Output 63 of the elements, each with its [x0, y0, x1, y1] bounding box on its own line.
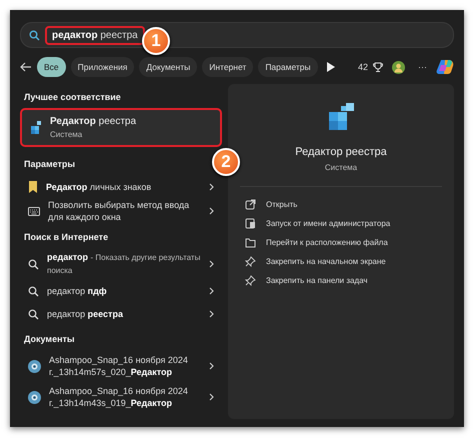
open-icon: [245, 199, 256, 210]
filter-tab[interactable]: Все: [37, 57, 66, 77]
action-item[interactable]: Запуск от имени администратора: [240, 214, 442, 233]
pin-icon: [245, 256, 256, 267]
result-text: редактор пдф: [47, 285, 108, 298]
result-subtitle: Система: [50, 130, 84, 139]
filter-tab[interactable]: Интернет: [202, 57, 254, 77]
points-count: 42: [358, 62, 368, 72]
chevron-icon: [209, 183, 214, 191]
folder-icon: [245, 237, 256, 248]
result-item[interactable]: Ashampoo_Snap_16 ноября 2024 г._13h14m43s_019_Редактор: [20, 382, 222, 412]
more-options[interactable]: ···: [418, 62, 427, 72]
back-arrow-icon[interactable]: [20, 62, 32, 72]
result-text: редактор реестра: [47, 308, 124, 320]
app-subtitle: Система: [324, 163, 358, 172]
chevron-icon: [209, 393, 214, 402]
filter-tab[interactable]: Документы: [139, 57, 198, 77]
pin-icon: [245, 275, 256, 286]
result-title: Редактор реестра: [50, 116, 136, 127]
search-text: редактор реестра: [45, 26, 145, 44]
section-heading: Параметры: [23, 158, 76, 171]
result-item[interactable]: редактор реестра: [20, 303, 222, 326]
admin-icon: [245, 218, 256, 229]
chevron-icon: [209, 362, 214, 370]
document-image-icon: [28, 390, 41, 404]
result-text: Редактор личных знаков: [46, 180, 152, 194]
search-icon: [28, 286, 39, 297]
result-text: редактор - Показать другие результаты поиска: [47, 251, 201, 278]
action-item[interactable]: Перейти к расположению файла: [240, 233, 442, 252]
result-text: Позволить выбирать метод ввода для каждого окна: [48, 199, 190, 224]
chevron-icon: [209, 207, 214, 216]
app-title: Редактор реестра: [295, 146, 387, 158]
best-match-item[interactable]: Редактор реестра Система: [20, 108, 222, 147]
action-item[interactable]: Открыть: [240, 195, 442, 214]
result-item[interactable]: Позволить выбирать метод ввода для каждого окна: [20, 199, 222, 224]
result-item[interactable]: Редактор личных знаков: [20, 176, 222, 198]
action-item[interactable]: Закрепить на начальном экране: [240, 252, 442, 271]
chevron-icon: [209, 287, 214, 296]
play-icon[interactable]: [326, 62, 335, 72]
filter-tab[interactable]: Параметры: [258, 57, 318, 77]
annotation-badge: 2: [212, 148, 240, 176]
result-text: Ashampoo_Snap_16 ноября 2024 г._13h14m43s_019_Редактор: [49, 385, 189, 410]
trophy-icon: [373, 62, 383, 72]
chevron-icon: [209, 310, 214, 318]
section-heading: Лучшее соответствие: [23, 91, 122, 104]
result-text: Ashampoo_Snap_16 ноября 2024 г._13h14m57s_020_Редактор: [49, 354, 189, 378]
document-image-icon: [28, 360, 41, 373]
result-item[interactable]: редактор - Показать другие результаты поиска: [20, 249, 222, 280]
app-logo-icon[interactable]: [436, 59, 454, 75]
avatar-icon[interactable]: [392, 60, 405, 74]
search-icon: [28, 308, 39, 320]
result-item[interactable]: редактор пдф: [20, 280, 222, 302]
filter-tab[interactable]: Приложения: [70, 57, 134, 77]
search-icon: [29, 30, 40, 40]
chevron-icon: [209, 260, 214, 268]
result-item[interactable]: Ashampoo_Snap_16 ноября 2024 г._13h14m57s_020_Редактор: [20, 351, 222, 382]
cubes-icon: [30, 120, 42, 134]
keyboard-icon: [28, 206, 40, 216]
bookmark-icon: [28, 181, 38, 193]
action-item[interactable]: Закрепить на панели задач: [240, 271, 442, 290]
section-heading: Документы: [23, 333, 76, 346]
search-icon: [28, 258, 39, 270]
section-heading: Поиск в Интернете: [23, 231, 110, 244]
